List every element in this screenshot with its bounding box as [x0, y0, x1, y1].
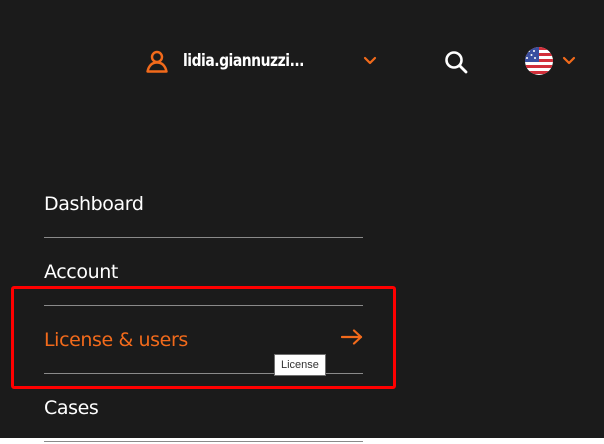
- menu-item-label: License & users: [44, 328, 188, 351]
- user-name: lidia.giannuzzi...: [183, 51, 304, 71]
- search-icon[interactable]: [443, 49, 469, 75]
- menu-item-dashboard[interactable]: Dashboard: [44, 170, 363, 238]
- language-selector[interactable]: [524, 45, 584, 77]
- menu-item-label: Account: [44, 260, 118, 283]
- menu-item-account[interactable]: Account: [44, 238, 363, 306]
- account-menu: Dashboard Account License & users Cases: [44, 170, 363, 442]
- arrow-right-icon: [341, 329, 363, 345]
- tooltip: License: [274, 354, 326, 376]
- menu-item-label: Cases: [44, 396, 99, 419]
- menu-item-cases[interactable]: Cases: [44, 374, 363, 442]
- us-flag-icon: [525, 47, 553, 75]
- menu-item-label: Dashboard: [44, 192, 144, 215]
- user-menu-button[interactable]: lidia.giannuzzi...: [145, 45, 377, 77]
- user-icon: [146, 50, 168, 73]
- chevron-down-icon: [363, 56, 377, 65]
- navigation-panel: lidia.giannuzzi... Dashboard Account Lic…: [0, 0, 604, 442]
- chevron-down-icon: [562, 56, 576, 65]
